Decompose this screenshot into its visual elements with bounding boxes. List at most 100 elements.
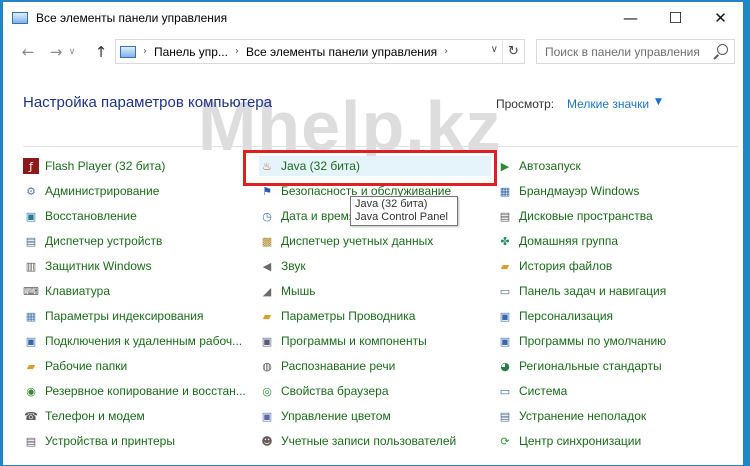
item-speech-recognition[interactable]: ◍ Распознавание речи: [259, 356, 395, 376]
indexing-icon: ▦: [25, 309, 37, 323]
item-indexing-options[interactable]: ▦ Параметры индексирования: [23, 306, 204, 326]
view-label: Просмотр:: [496, 97, 555, 111]
troubleshooting-icon: ▤: [499, 409, 511, 423]
search-icon[interactable]: [717, 44, 728, 55]
admin-tools-icon: ⚙: [26, 184, 36, 198]
java-tooltip: Java (32 бита) Java Control Panel: [350, 196, 458, 226]
view-dropdown-icon[interactable]: ▼: [655, 97, 662, 107]
sync-center-icon: ⟳: [500, 434, 510, 448]
page-title: Настройка параметров компьютера: [23, 94, 272, 111]
devices-printers-icon: ▤: [25, 434, 37, 448]
item-administration[interactable]: ⚙ Администрирование: [23, 181, 159, 201]
address-dropdown-icon[interactable]: ∨: [491, 44, 498, 55]
item-explorer-options[interactable]: ▰ Параметры Проводника: [259, 306, 416, 326]
recovery-icon: ▣: [25, 209, 37, 223]
item-file-history[interactable]: ▰ История файлов: [497, 256, 613, 276]
item-personalization[interactable]: ▣ Персонализация: [497, 306, 613, 326]
item-programs-features[interactable]: ▣ Программы и компоненты: [259, 331, 427, 351]
item-phone-modem[interactable]: ☎ Телефон и модем: [23, 406, 145, 426]
item-windows-firewall[interactable]: ▦ Брандмауэр Windows: [497, 181, 640, 201]
item-troubleshooting[interactable]: ▤ Устранение неполадок: [497, 406, 646, 426]
view-mode-selector[interactable]: Мелкие значки: [567, 97, 649, 111]
tooltip-title: Java (32 бита): [355, 198, 428, 210]
explorer-options-icon: ▰: [262, 309, 272, 323]
system-icon: ▭: [499, 384, 511, 398]
browser-properties-icon: ◎: [262, 384, 272, 398]
mouse-icon: ◢: [262, 284, 272, 298]
speech-recognition-icon: ◍: [262, 359, 272, 373]
item-autoplay[interactable]: ▶ Автозапуск: [497, 156, 581, 176]
item-date-time[interactable]: ◷ Дата и время: [259, 206, 355, 226]
user-accounts-icon: ☻: [261, 434, 273, 448]
item-credential-manager[interactable]: ▩ Диспетчер учетных данных: [259, 231, 433, 251]
item-work-folders[interactable]: ▰ Рабочие папки: [23, 356, 127, 376]
device-manager-icon: ▤: [25, 234, 37, 248]
refresh-icon[interactable]: ↻: [502, 40, 524, 63]
item-sound[interactable]: ◀ Звук: [259, 256, 306, 276]
maximize-button[interactable]: ☐: [653, 2, 698, 34]
default-programs-icon: ▣: [499, 334, 511, 348]
sound-icon: ◀: [262, 259, 272, 273]
keyboard-icon: ⌨: [23, 284, 39, 298]
autoplay-icon: ▶: [500, 159, 510, 173]
item-storage-spaces[interactable]: ▤ Дисковые пространства: [497, 206, 653, 226]
minimize-button[interactable]: —: [608, 2, 653, 34]
header-divider: [23, 146, 738, 147]
item-device-manager[interactable]: ▤ Диспетчер устройств: [23, 231, 163, 251]
date-time-icon: ◷: [262, 209, 272, 223]
item-user-accounts[interactable]: ☻ Учетные записи пользователей: [259, 431, 456, 451]
item-keyboard[interactable]: ⌨ Клавиатура: [23, 281, 110, 301]
window-controls: — ☐ ✕: [608, 2, 743, 34]
programs-features-icon: ▣: [261, 334, 273, 348]
breadcrumb-chevron-icon[interactable]: ›: [235, 46, 239, 57]
personalization-icon: ▣: [499, 309, 511, 323]
breadcrumb-chevron-icon[interactable]: ›: [143, 46, 147, 57]
search-input[interactable]: [545, 44, 715, 59]
item-devices-printers[interactable]: ▤ Устройства и принтеры: [23, 431, 175, 451]
tooltip-description: Java Control Panel: [355, 211, 448, 223]
item-flash-player[interactable]: ƒ Flash Player (32 бита): [23, 156, 165, 176]
taskbar-icon: ▭: [499, 284, 511, 298]
phone-modem-icon: ☎: [24, 409, 38, 423]
item-system[interactable]: ▭ Система: [497, 381, 568, 401]
address-field[interactable]: › Панель упр... › Все элементы панели уп…: [115, 39, 525, 64]
item-color-management[interactable]: ▣ Управление цветом: [259, 406, 391, 426]
window-title: Все элементы панели управления: [36, 11, 228, 25]
item-recovery[interactable]: ▣ Восстановление: [23, 206, 137, 226]
title-bar: Все элементы панели управления — ☐ ✕: [3, 2, 743, 34]
highlight-annotation-box: [243, 150, 497, 186]
breadcrumb-all-items[interactable]: Все элементы панели управления: [246, 45, 437, 59]
breadcrumb-control-panel[interactable]: Панель упр...: [154, 45, 228, 59]
credential-manager-icon: ▩: [261, 234, 273, 248]
item-backup-restore[interactable]: ◉ Резервное копирование и восстан...: [23, 381, 246, 401]
up-arrow-icon[interactable]: ↑: [89, 40, 113, 64]
item-sync-center[interactable]: ⟳ Центр синхронизации: [497, 431, 641, 451]
recent-locations-dropdown-icon[interactable]: ∨: [65, 40, 79, 64]
control-panel-location-icon: [120, 45, 136, 58]
search-box[interactable]: [536, 39, 735, 64]
backup-icon: ◉: [26, 384, 36, 398]
item-remote-desktop[interactable]: ▣ Подключения к удаленным рабоч...: [23, 331, 242, 351]
region-icon: ◕: [500, 359, 510, 373]
flash-icon: ƒ: [23, 158, 39, 174]
work-folders-icon: ▰: [26, 359, 36, 373]
color-management-icon: ▣: [261, 409, 273, 423]
remote-desktop-icon: ▣: [25, 334, 37, 348]
firewall-icon: ▦: [499, 184, 511, 198]
item-windows-defender[interactable]: ▥ Защитник Windows: [23, 256, 152, 276]
item-region[interactable]: ◕ Региональные стандарты: [497, 356, 661, 376]
homegroup-icon: ✤: [500, 234, 510, 248]
item-taskbar-navigation[interactable]: ▭ Панель задач и навигация: [497, 281, 666, 301]
address-bar-row: ← → ∨ ↑ › Панель упр... › Все элементы п…: [3, 34, 743, 70]
defender-icon: ▥: [25, 259, 37, 273]
item-browser-properties[interactable]: ◎ Свойства браузера: [259, 381, 388, 401]
item-mouse[interactable]: ◢ Мышь: [259, 281, 316, 301]
item-default-programs[interactable]: ▣ Программы по умолчанию: [497, 331, 666, 351]
content-header: Mhelp.kz Настройка параметров компьютера…: [3, 70, 743, 165]
close-button[interactable]: ✕: [698, 2, 743, 34]
back-arrow-icon[interactable]: ←: [16, 40, 40, 64]
file-history-icon: ▰: [500, 259, 510, 273]
item-homegroup[interactable]: ✤ Домашняя группа: [497, 231, 618, 251]
breadcrumb-chevron-icon[interactable]: ›: [444, 46, 448, 57]
storage-spaces-icon: ▤: [499, 209, 511, 223]
